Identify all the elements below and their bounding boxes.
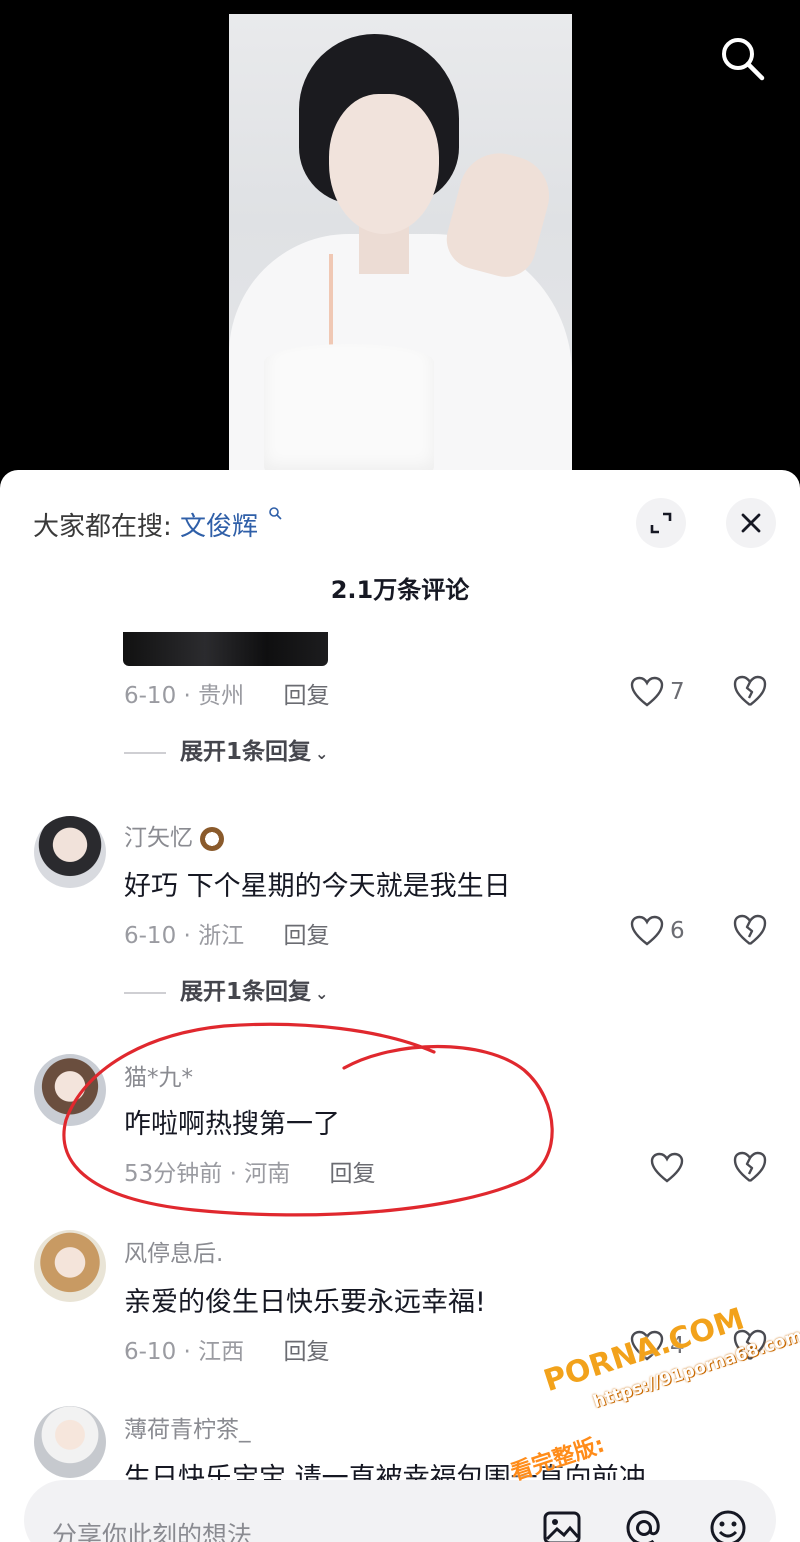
hot-search-label: 大家都在搜: [33,512,172,542]
expand-replies-button[interactable]: 展开1条回复 ⌄ [124,732,328,766]
video-figure-hand [440,144,558,284]
close-button[interactable] [726,498,776,548]
expand-replies-label: 展开1条回复 [180,739,312,765]
comment-count: 2.1万条评论 [330,576,470,604]
expand-button[interactable] [636,498,686,548]
author-name: 汀矢忆 [124,825,193,851]
comment-meta: 6-10 · 浙江 回复 [124,916,329,950]
emoji-icon[interactable] [708,1508,748,1542]
reply-button[interactable]: 回复 [330,1154,376,1188]
video-figure-face [329,94,439,234]
divider [124,991,166,994]
hot-search: 大家都在搜: 文俊辉 [33,506,282,543]
like-button[interactable]: 4 [630,1328,685,1364]
avatar[interactable] [34,1406,106,1478]
comment-author[interactable]: 薄荷青柠茶_ [124,1410,251,1444]
avatar[interactable] [34,1230,106,1302]
avatar[interactable] [34,816,106,888]
comment-author[interactable]: 风停息后. [124,1234,223,1268]
expand-icon [650,512,672,534]
video-frame[interactable] [229,14,572,474]
comment-input[interactable]: 分享你此刻的想法 [52,1516,252,1542]
coconut-icon [200,826,225,851]
comment-author[interactable]: 汀矢忆 [124,818,225,852]
comment-image-thumbnail[interactable] [123,632,328,666]
broken-heart-icon [733,1151,767,1182]
comment-text: 咋啦啊热搜第一了 [124,1109,340,1140]
dislike-button[interactable] [732,913,768,949]
mention-icon[interactable] [624,1508,664,1542]
comment-date-location: 6-10 · 浙江 [124,923,245,949]
dislike-button[interactable] [732,1328,768,1364]
like-button[interactable]: 7 [630,674,685,710]
video-candle [329,254,333,354]
search-icon[interactable] [718,34,766,82]
like-button[interactable] [650,1150,690,1186]
comment-meta: 6-10 · 江西 回复 [124,1332,329,1366]
chevron-down-icon: ⌄ [315,984,329,1003]
expand-replies-label: 展开1条回复 [180,979,312,1005]
comment-author[interactable]: 猫*九* [124,1058,193,1092]
dislike-button[interactable] [732,1150,768,1186]
hot-search-keyword[interactable]: 文俊辉 [180,512,258,542]
comment-date-location: 53分钟前 · 河南 [124,1161,291,1187]
comment-meta: 53分钟前 · 河南 回复 [124,1154,376,1188]
like-count: 4 [670,1333,685,1359]
close-icon [741,513,761,533]
video-cake [264,344,434,474]
reply-button[interactable]: 回复 [283,916,329,950]
heart-icon [650,1152,684,1183]
chevron-down-icon: ⌄ [315,744,329,763]
comment-date-location: 6-10 · 江西 [124,1339,245,1365]
heart-icon [630,1330,664,1361]
comment-text: 亲爱的俊生日快乐要永远幸福! [124,1287,486,1318]
like-button[interactable]: 6 [630,913,685,949]
video-player[interactable] [0,0,800,490]
broken-heart-icon [733,675,767,706]
heart-icon [630,676,664,707]
broken-heart-icon [733,914,767,945]
comment-sheet: 大家都在搜: 文俊辉 2.1万条评论 6-10 · 贵州 回复 7 展开1条回复… [0,470,800,1542]
image-icon[interactable] [542,1508,582,1542]
broken-heart-icon [733,1329,767,1360]
search-icon [268,506,282,524]
expand-replies-button[interactable]: 展开1条回复 ⌄ [124,972,328,1006]
dislike-button[interactable] [732,674,768,710]
comment-date-location: 6-10 · 贵州 [124,683,245,709]
comment-text: 好巧 下个星期的今天就是我生日 [124,871,511,902]
reply-button[interactable]: 回复 [283,1332,329,1366]
like-count: 6 [670,918,685,944]
comment-meta: 6-10 · 贵州 回复 [124,676,329,710]
divider [124,751,166,754]
sheet-header: 大家都在搜: 文俊辉 [0,470,800,570]
avatar[interactable] [34,1054,106,1126]
heart-icon [630,915,664,946]
like-count: 7 [670,679,685,705]
comment-input-bar[interactable]: 分享你此刻的想法 [24,1480,776,1542]
reply-button[interactable]: 回复 [283,676,329,710]
